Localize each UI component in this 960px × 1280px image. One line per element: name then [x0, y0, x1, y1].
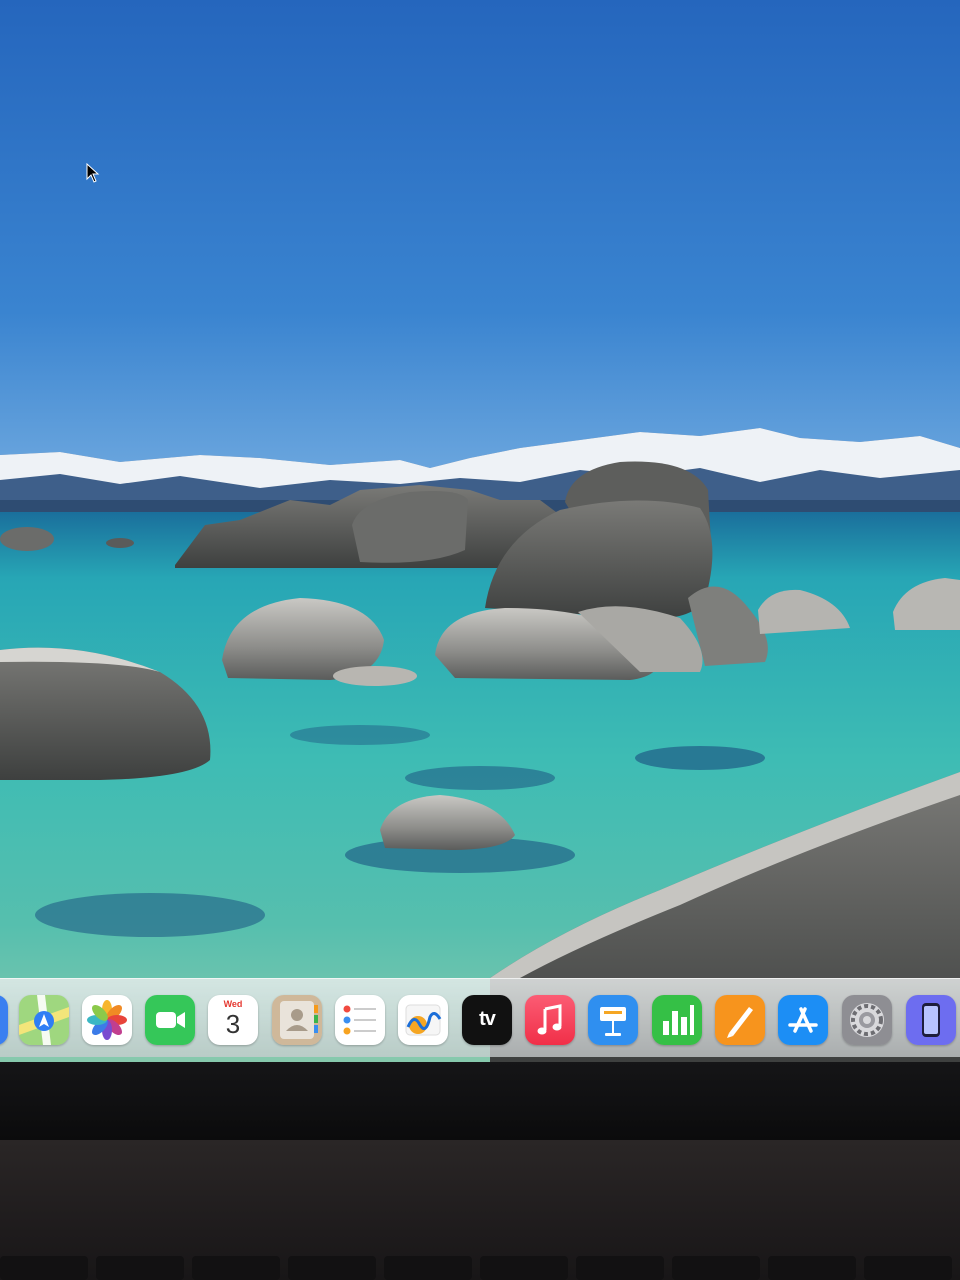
keyboard-key [864, 1256, 952, 1280]
laptop-chassis [0, 1140, 960, 1280]
dock: Wed 3 tv [0, 978, 960, 1057]
keyboard-key [384, 1256, 472, 1280]
apple-tv-label: tv [479, 1008, 496, 1030]
partial-app-icon[interactable] [0, 995, 8, 1045]
keyboard-key [0, 1256, 88, 1280]
app-store-icon[interactable] [778, 995, 828, 1045]
keyboard-key [288, 1256, 376, 1280]
keyboard-key [672, 1256, 760, 1280]
screen-bezel [0, 1062, 960, 1140]
apple-tv-icon[interactable]: tv [462, 995, 512, 1045]
reminders-icon[interactable] [335, 995, 385, 1045]
numbers-icon[interactable] [652, 995, 702, 1045]
keyboard-key [192, 1256, 280, 1280]
keyboard-key [480, 1256, 568, 1280]
music-icon[interactable] [525, 995, 575, 1045]
desktop-screen: Wed 3 tv [0, 0, 960, 1062]
facetime-icon[interactable] [145, 995, 195, 1045]
keynote-icon[interactable] [588, 995, 638, 1045]
keyboard-edge [0, 1256, 960, 1280]
keyboard-key [576, 1256, 664, 1280]
freeform-icon[interactable] [398, 995, 448, 1045]
maps-icon[interactable] [19, 995, 69, 1045]
system-settings-icon[interactable] [842, 995, 892, 1045]
pages-icon[interactable] [715, 995, 765, 1045]
keyboard-key [96, 1256, 184, 1280]
calendar-date-label: 3 [225, 1009, 241, 1039]
iphone-mirroring-icon[interactable] [906, 995, 956, 1045]
contacts-icon[interactable] [272, 995, 322, 1045]
arrow-pointer-icon [86, 163, 100, 183]
calendar-icon[interactable]: Wed 3 [208, 995, 258, 1045]
desktop-wallpaper [0, 0, 960, 1062]
keyboard-key [768, 1256, 856, 1280]
calendar-day-label: Wed [223, 999, 243, 1009]
photos-icon[interactable] [82, 995, 132, 1045]
